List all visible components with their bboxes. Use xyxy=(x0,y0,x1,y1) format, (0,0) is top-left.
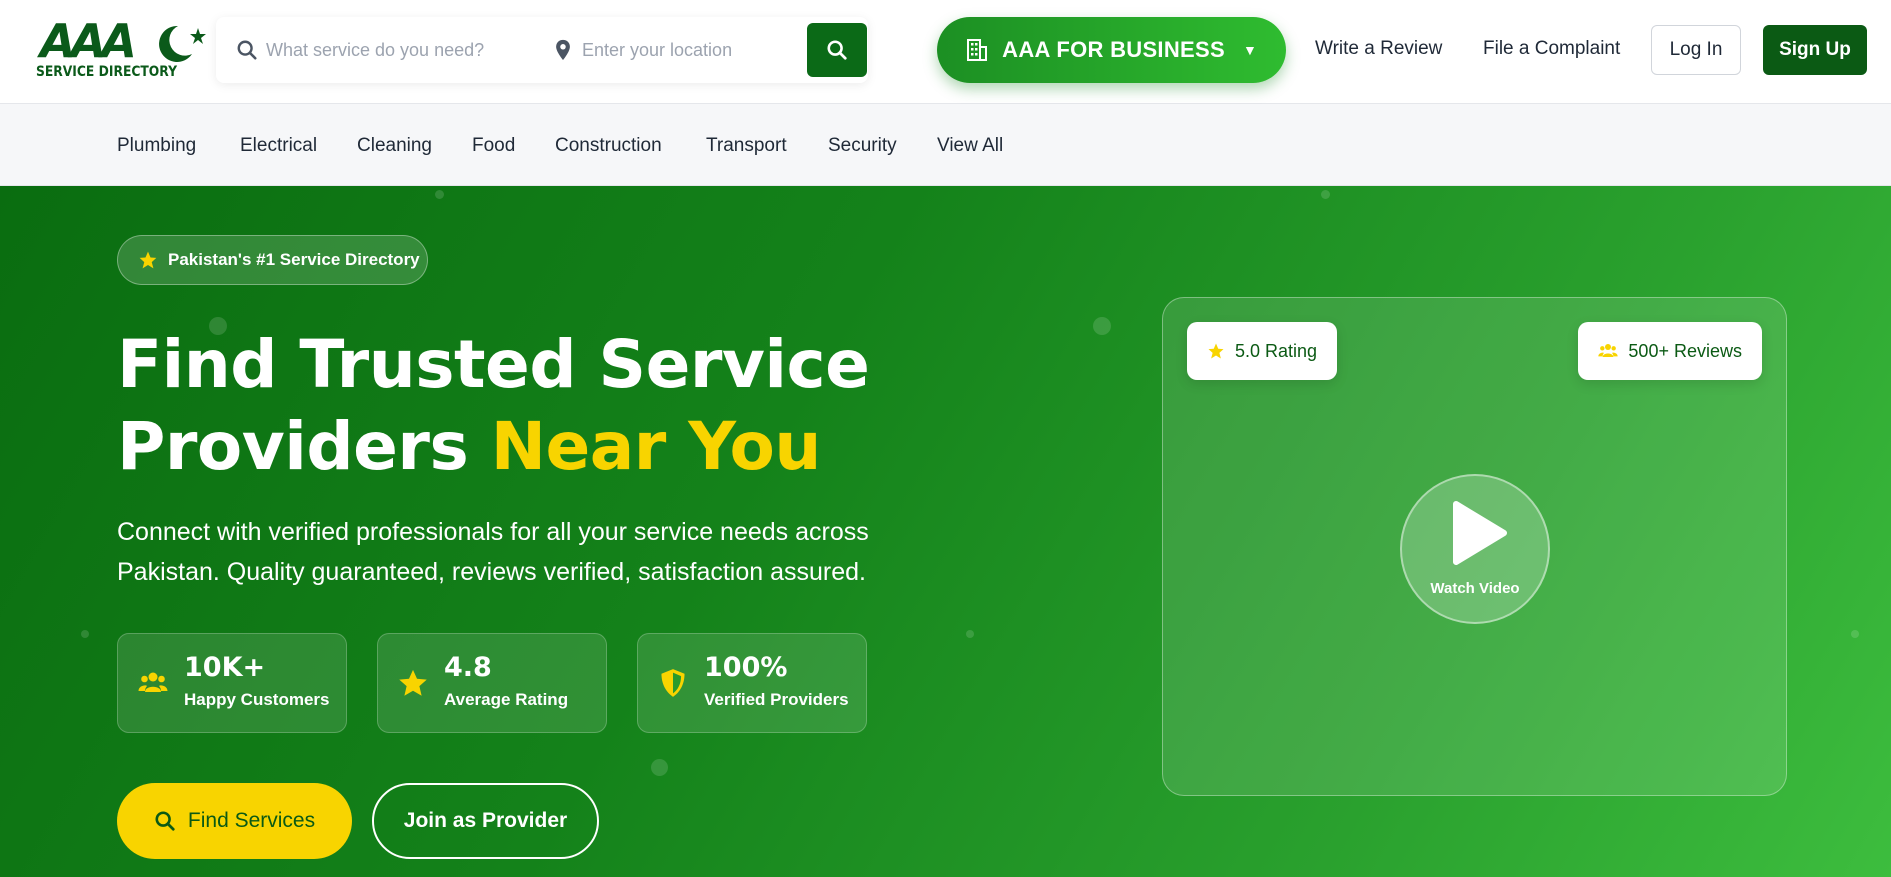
search-icon xyxy=(237,40,257,60)
category-cleaning[interactable]: Cleaning xyxy=(357,135,432,157)
video-card: 5.0 Rating 500+ Reviews Watch Video xyxy=(1162,297,1787,796)
decorative-dot xyxy=(1093,317,1111,335)
hero-title-plain: Providers xyxy=(117,408,491,485)
site-header: AAA SERVICE DIRECTORY What service do yo… xyxy=(0,0,1891,104)
search-icon xyxy=(155,811,175,831)
logo-text: SERVICE DIRECTORY xyxy=(36,64,178,80)
shield-icon xyxy=(661,669,685,697)
search-button[interactable] xyxy=(807,23,867,77)
play-icon xyxy=(1453,501,1507,565)
business-button-label: AAA FOR BUSINESS xyxy=(1002,37,1225,62)
watch-video-label: Watch Video xyxy=(1430,580,1520,597)
stat-card-verified: 100% Verified Providers xyxy=(637,633,867,733)
stat-number: 4.8 xyxy=(444,652,492,683)
stat-card-rating: 4.8 Average Rating xyxy=(377,633,607,733)
stat-number: 100% xyxy=(704,652,788,683)
rating-pill-text: 5.0 Rating xyxy=(1235,340,1318,361)
reviews-pill-text: 500+ Reviews xyxy=(1628,340,1742,361)
caret-down-icon: ▼ xyxy=(1242,42,1257,58)
category-view-all[interactable]: View All xyxy=(937,135,1003,157)
category-security[interactable]: Security xyxy=(828,135,897,157)
decorative-dot xyxy=(81,630,89,638)
logo-mark: AAA xyxy=(40,14,137,68)
rating-pill: 5.0 Rating xyxy=(1187,322,1338,380)
decorative-dot xyxy=(435,190,444,199)
stat-card-customers: 10K+ Happy Customers xyxy=(117,633,347,733)
stat-label: Average Rating xyxy=(444,690,569,709)
play-video-button[interactable]: Watch Video xyxy=(1400,474,1550,624)
star-icon xyxy=(1208,343,1224,359)
category-electrical[interactable]: Electrical xyxy=(240,135,317,157)
crescent-star-icon xyxy=(159,25,206,62)
star-icon xyxy=(399,669,427,696)
hero-section: Pakistan's #1 Service Directory Find Tru… xyxy=(0,186,1891,877)
location-pin-icon xyxy=(556,39,570,61)
write-review-link[interactable]: Write a Review xyxy=(1315,38,1442,60)
hero-badge: Pakistan's #1 Service Directory xyxy=(117,235,428,285)
login-button[interactable]: Log In xyxy=(1651,25,1741,75)
service-search-input[interactable] xyxy=(266,31,536,69)
building-icon xyxy=(967,39,988,61)
category-food[interactable]: Food xyxy=(472,135,515,157)
decorative-dot xyxy=(966,630,974,638)
join-provider-button[interactable]: Join as Provider xyxy=(372,783,599,859)
category-transport[interactable]: Transport xyxy=(706,135,787,157)
find-services-label: Find Services xyxy=(187,809,316,832)
users-icon xyxy=(1598,344,1619,357)
stat-number: 10K+ xyxy=(184,652,266,683)
hero-title-line1: Find Trusted Service xyxy=(117,326,870,403)
hero-badge-text: Pakistan's #1 Service Directory xyxy=(168,250,420,269)
search-bar xyxy=(216,17,868,83)
hero-title-highlight: Near You xyxy=(490,408,822,485)
decorative-dot xyxy=(1321,190,1330,199)
signup-button[interactable]: Sign Up xyxy=(1763,25,1867,75)
stat-label: Verified Providers xyxy=(704,690,849,709)
site-logo[interactable]: AAA SERVICE DIRECTORY xyxy=(36,14,206,86)
hero-title-line2: Providers Near You xyxy=(117,406,1017,488)
business-menu-button[interactable]: AAA FOR BUSINESS ▼ xyxy=(937,17,1286,83)
category-plumbing[interactable]: Plumbing xyxy=(117,135,196,157)
hero-title: Find Trusted Service Providers Near You xyxy=(117,324,1017,488)
star-icon xyxy=(139,251,157,269)
hero-lead: Connect with verified professionals for … xyxy=(117,518,869,586)
category-nav: Plumbing Electrical Cleaning Food Constr… xyxy=(0,104,1891,186)
users-icon xyxy=(138,672,168,692)
location-input[interactable] xyxy=(582,31,812,69)
stat-label: Happy Customers xyxy=(184,690,330,709)
file-complaint-link[interactable]: File a Complaint xyxy=(1483,38,1620,60)
search-icon xyxy=(827,40,847,60)
decorative-dot xyxy=(651,759,668,776)
decorative-dot xyxy=(1851,630,1859,638)
category-construction[interactable]: Construction xyxy=(555,135,662,157)
reviews-pill: 500+ Reviews xyxy=(1578,322,1762,380)
find-services-button[interactable]: Find Services xyxy=(117,783,352,859)
